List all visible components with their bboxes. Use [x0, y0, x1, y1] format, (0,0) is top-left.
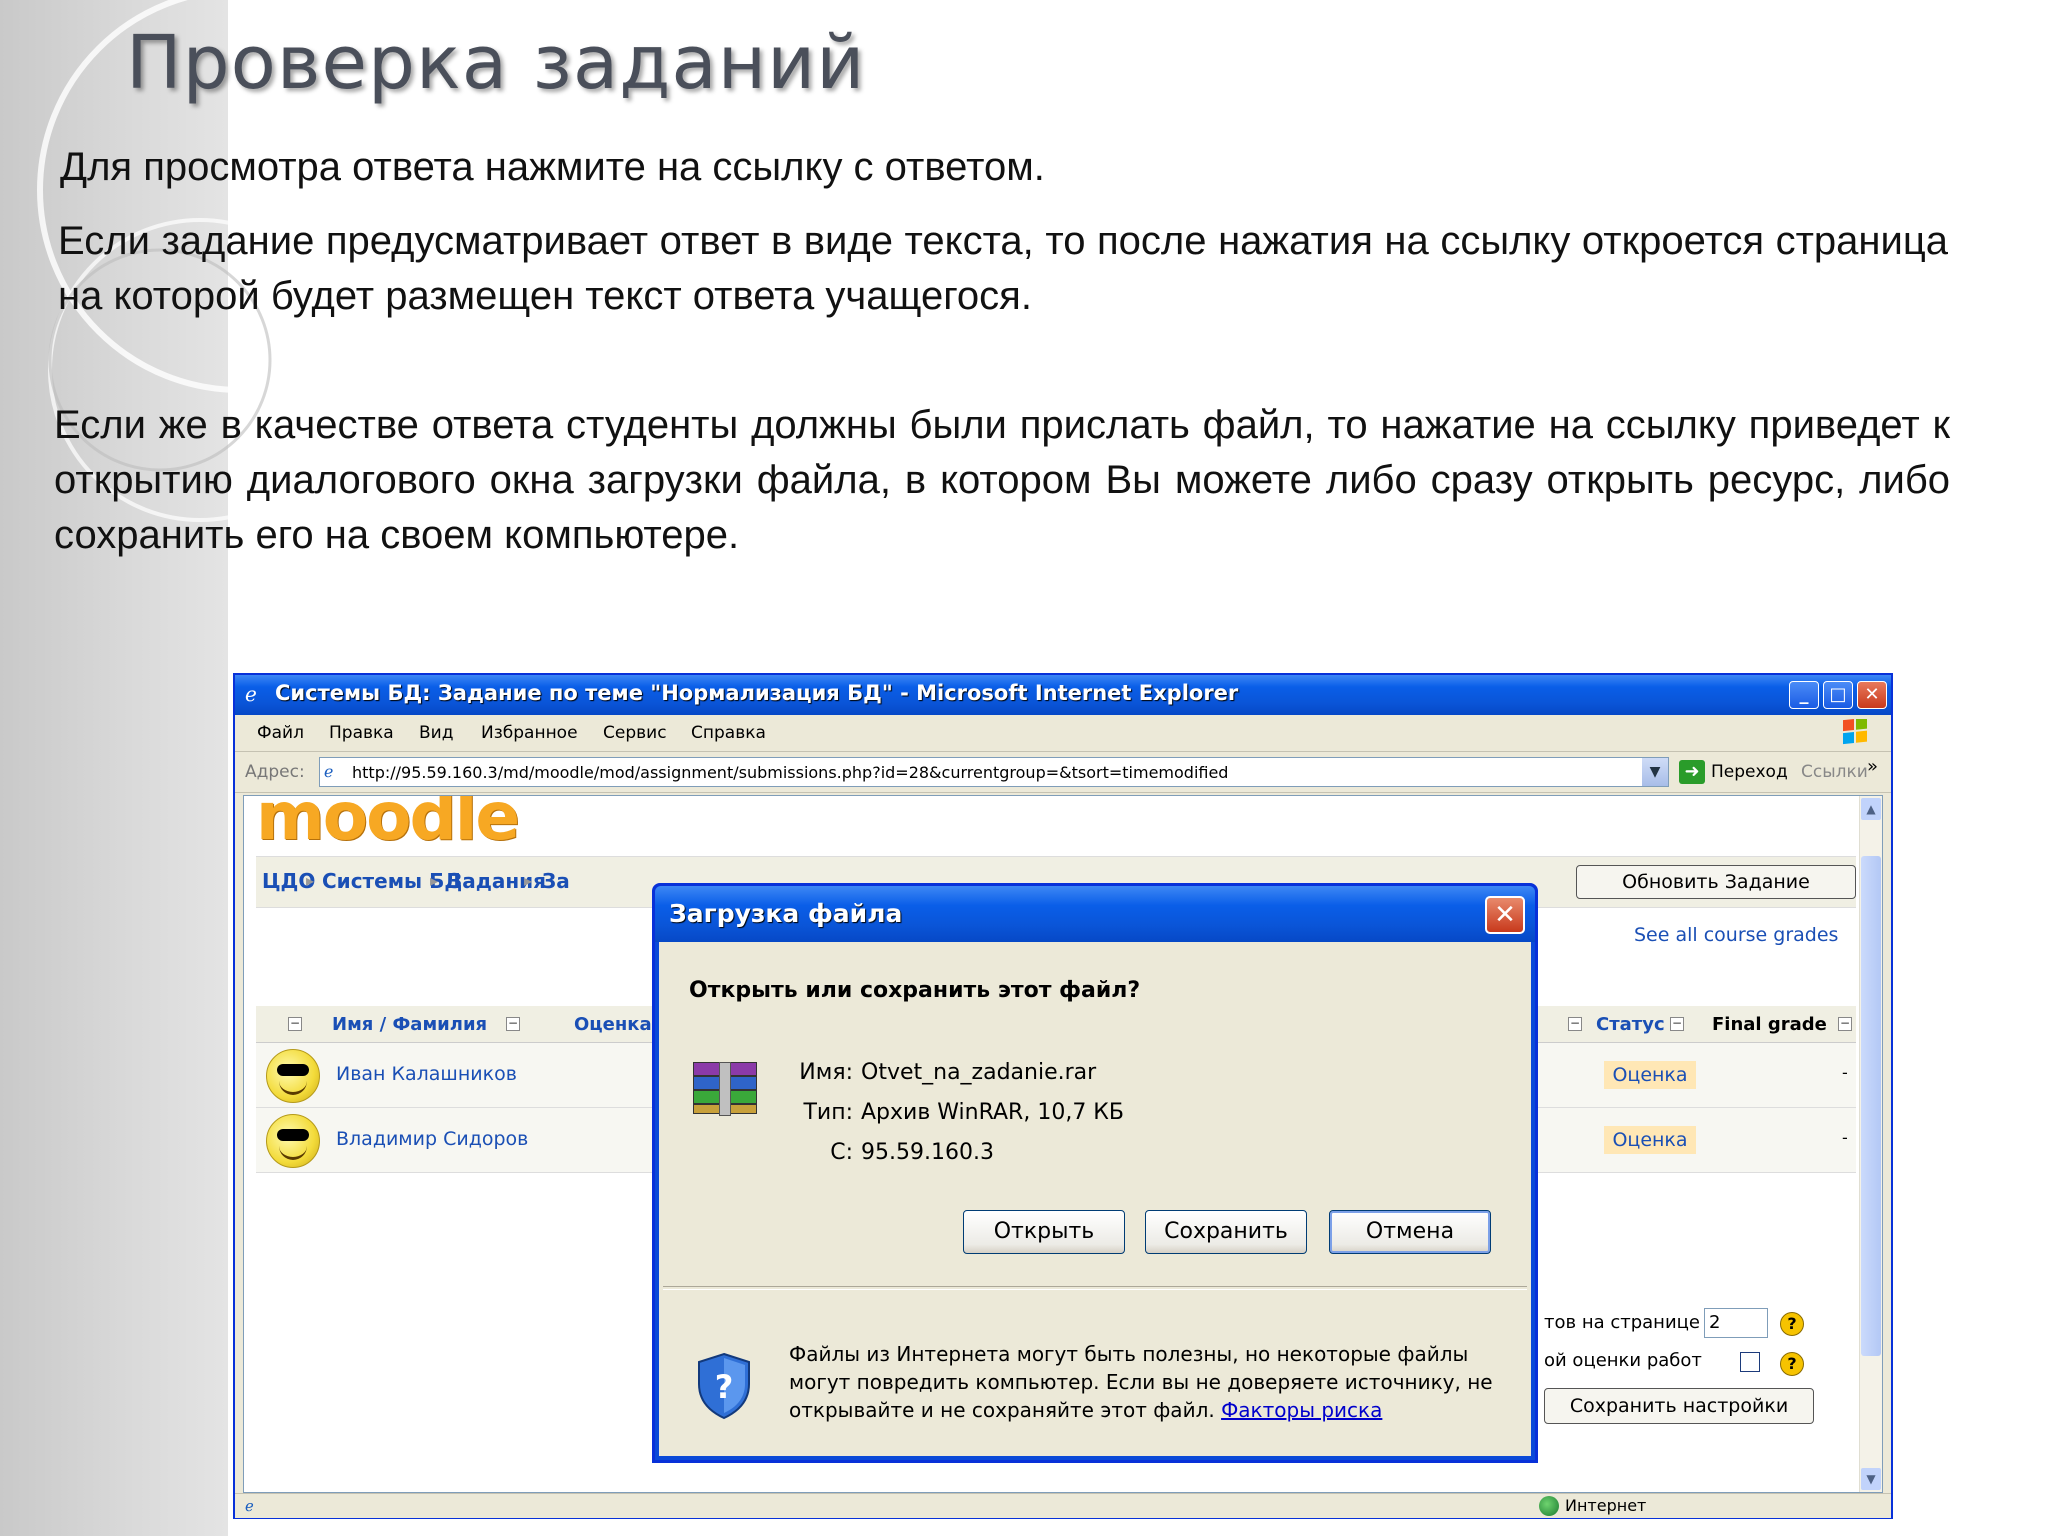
student-name-link[interactable]: Иван Калашников: [336, 1063, 517, 1085]
file-name-label: Имя:: [799, 1060, 853, 1085]
help-icon[interactable]: ?: [1780, 1352, 1804, 1376]
collapse-icon[interactable]: −: [288, 1017, 302, 1031]
collapse-icon[interactable]: −: [1568, 1017, 1582, 1031]
file-download-dialog: Загрузка файла ✕ Открыть или сохранить э…: [652, 883, 1538, 1463]
slide-paragraph-3: Если же в качестве ответа студенты должн…: [54, 403, 1950, 557]
slide-title: Проверка заданий: [126, 20, 866, 106]
header-final-grade: Final grade: [1712, 1014, 1827, 1035]
per-page-label: тов на странице: [1544, 1312, 1700, 1333]
avatar: [266, 1114, 320, 1168]
menu-edit[interactable]: Правка: [329, 723, 394, 743]
address-text: http://95.59.160.3/md/moodle/mod/assignm…: [352, 763, 1229, 782]
crumb-separator-icon: ▸: [430, 871, 439, 890]
browser-title: Системы БД: Задание по теме "Нормализаци…: [275, 681, 1239, 705]
smile-icon: [279, 1080, 307, 1095]
update-assignment-button[interactable]: Обновить Задание: [1576, 865, 1856, 899]
ie-icon: ℯ: [245, 682, 257, 706]
crumb-separator-icon: ▸: [524, 871, 533, 890]
rar-belt: [719, 1062, 731, 1116]
final-grade-value: -: [1842, 1063, 1848, 1082]
file-type-label: Тип:: [803, 1100, 853, 1125]
slide-paragraph-2: Если задание предусматривает ответ в вид…: [58, 219, 1948, 318]
per-page-input[interactable]: 2: [1704, 1308, 1768, 1338]
links-label[interactable]: Ссылки: [1801, 762, 1868, 782]
scroll-down-icon[interactable]: ▼: [1861, 1468, 1881, 1490]
address-input[interactable]: ℯ http://95.59.160.3/md/moodle/mod/assig…: [319, 757, 1669, 787]
menu-tools[interactable]: Сервис: [603, 723, 667, 743]
collapse-icon[interactable]: −: [1670, 1017, 1684, 1031]
scroll-thumb[interactable]: [1861, 856, 1881, 1356]
links-more-icon[interactable]: »: [1867, 756, 1878, 777]
header-status[interactable]: Статус: [1596, 1014, 1665, 1035]
dialog-divider: [663, 1286, 1527, 1290]
windows-logo-icon: [1843, 719, 1867, 745]
collapse-icon[interactable]: −: [506, 1017, 520, 1031]
menu-view[interactable]: Вид: [419, 723, 453, 743]
scroll-up-icon[interactable]: ▲: [1861, 798, 1881, 820]
dialog-question: Открыть или сохранить этот файл?: [689, 978, 1141, 1003]
browser-title-bar[interactable]: ℯ Системы БД: Задание по теме "Нормализа…: [235, 675, 1891, 715]
file-source-value: 95.59.160.3: [861, 1140, 994, 1165]
sunglasses-icon: [277, 1129, 309, 1141]
moodle-header: moodle: [244, 796, 1856, 856]
maximize-button[interactable]: □: [1823, 681, 1853, 709]
menu-bar: Файл Правка Вид Избранное Сервис Справка: [235, 715, 1891, 752]
crumb-separator-icon: ▸: [306, 871, 315, 890]
security-zone: Интернет: [1565, 1496, 1647, 1515]
svg-text:?: ?: [715, 1368, 734, 1406]
student-name-link[interactable]: Владимир Сидоров: [336, 1128, 528, 1150]
address-label: Адрес:: [245, 762, 305, 782]
help-icon[interactable]: ?: [1780, 1312, 1804, 1336]
grade-link[interactable]: Оценка: [1604, 1061, 1696, 1089]
header-name[interactable]: Имя / Фамилия: [332, 1014, 487, 1035]
avatar: [266, 1049, 320, 1103]
file-type-value: Архив WinRAR, 10,7 КБ: [861, 1100, 1125, 1125]
save-settings-button[interactable]: Сохранить настройки: [1544, 1388, 1814, 1424]
smile-icon: [279, 1145, 307, 1160]
dialog-body: Открыть или сохранить этот файл? Имя: Ot…: [659, 942, 1531, 1456]
vertical-scrollbar[interactable]: ▲ ▼: [1859, 796, 1882, 1492]
display-settings: тов на странице 2 ? ой оценки работ ? Со…: [1544, 1308, 1864, 1458]
quick-grading-checkbox[interactable]: [1740, 1352, 1760, 1372]
grade-link[interactable]: Оценка: [1604, 1126, 1696, 1154]
security-warning: Файлы из Интернета могут быть полезны, н…: [789, 1340, 1509, 1424]
minimize-button[interactable]: _: [1789, 681, 1819, 709]
file-name-value: Otvet_na_zadanie.rar: [861, 1060, 1097, 1085]
page-icon: ℯ: [324, 762, 334, 781]
risk-factors-link[interactable]: Факторы риска: [1221, 1398, 1382, 1422]
menu-file[interactable]: Файл: [257, 723, 304, 743]
dialog-title: Загрузка файла: [669, 899, 903, 928]
dialog-close-button[interactable]: ✕: [1485, 896, 1525, 934]
dialog-title-bar[interactable]: Загрузка файла ✕: [655, 886, 1535, 942]
file-source-label: С:: [830, 1140, 853, 1165]
open-button[interactable]: Открыть: [963, 1210, 1125, 1254]
go-button[interactable]: Переход: [1711, 762, 1788, 782]
security-shield-icon: ?: [698, 1352, 750, 1420]
winrar-archive-icon: [693, 1062, 757, 1116]
final-grade-value: -: [1842, 1128, 1848, 1147]
crumb-assignment[interactable]: За: [542, 869, 570, 893]
page-status-icon: ℯ: [245, 1497, 254, 1515]
collapse-icon[interactable]: −: [1838, 1017, 1852, 1031]
slide-paragraph-1: Для просмотра ответа нажмите на ссылку с…: [60, 145, 1045, 189]
crumb-course[interactable]: Системы БД: [322, 869, 462, 893]
header-grade[interactable]: Оценка: [574, 1014, 652, 1035]
address-dropdown-icon[interactable]: ▼: [1642, 758, 1668, 786]
status-bar: ℯ Интернет: [235, 1493, 1891, 1518]
warning-text: Файлы из Интернета могут быть полезны, н…: [789, 1342, 1493, 1422]
save-button[interactable]: Сохранить: [1145, 1210, 1307, 1254]
close-button[interactable]: ✕: [1857, 681, 1887, 709]
quick-grading-label: ой оценки работ: [1544, 1350, 1702, 1371]
moodle-logo: moodle: [256, 795, 520, 855]
menu-help[interactable]: Справка: [691, 723, 766, 743]
go-arrow-icon[interactable]: ➜: [1679, 760, 1705, 784]
menu-favorites[interactable]: Избранное: [481, 723, 578, 743]
cancel-button[interactable]: Отмена: [1329, 1210, 1491, 1254]
see-all-grades-link[interactable]: See all course grades: [1634, 924, 1838, 946]
address-bar: Адрес: ℯ http://95.59.160.3/md/moodle/mo…: [235, 752, 1891, 793]
sunglasses-icon: [277, 1064, 309, 1076]
internet-zone-icon: [1539, 1496, 1559, 1516]
